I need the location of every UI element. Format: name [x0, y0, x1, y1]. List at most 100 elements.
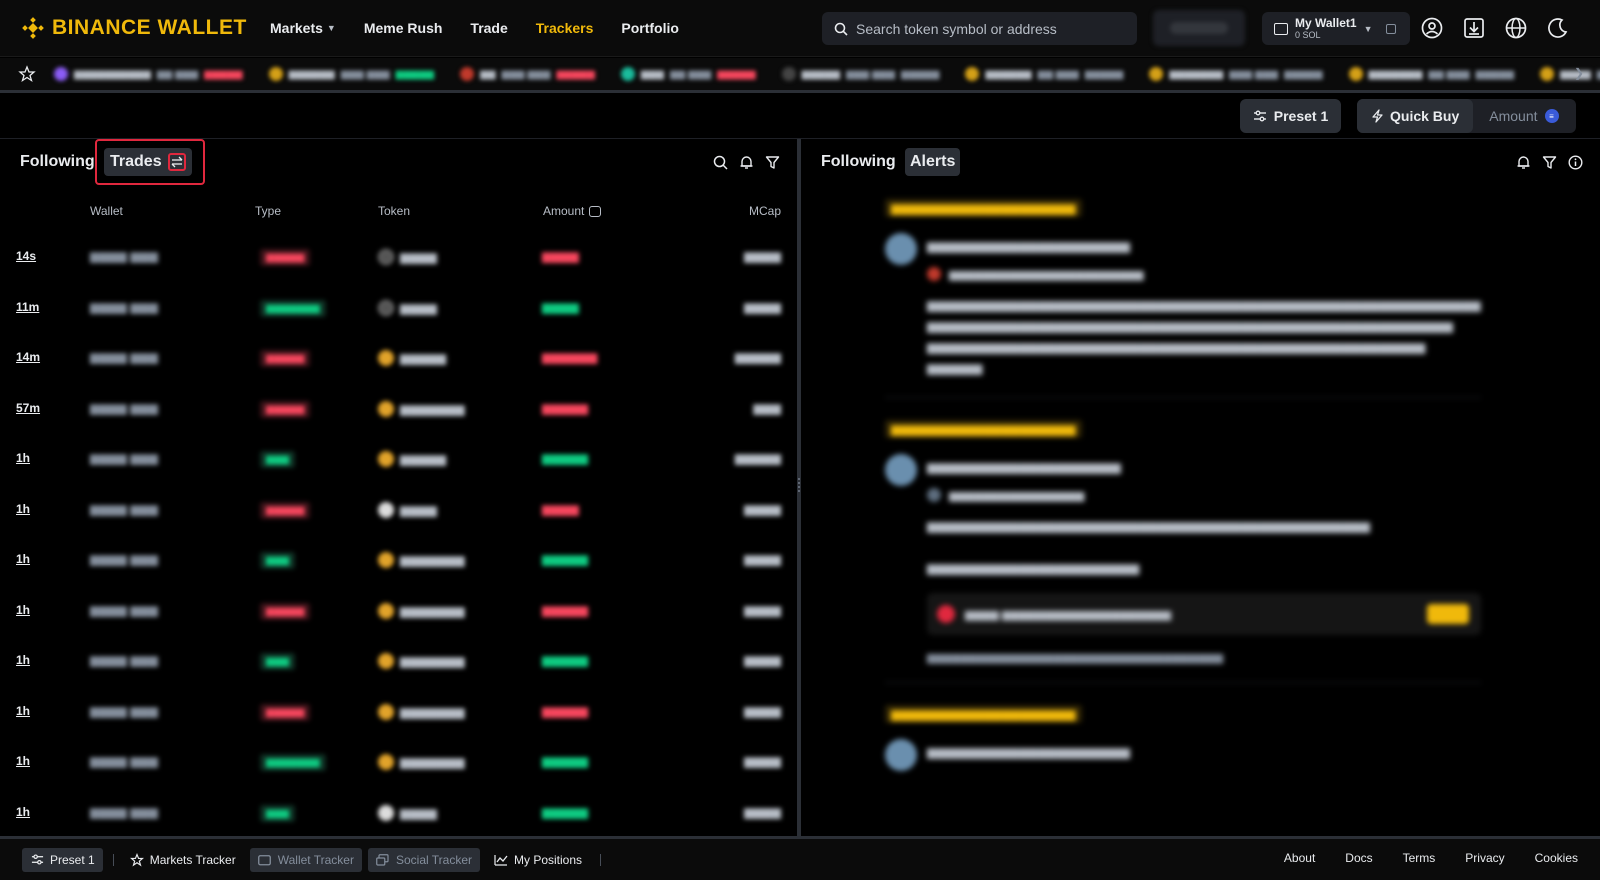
tab-following[interactable]: Following: [20, 153, 95, 171]
ticker-item[interactable]: ▆▆▆▆▆▆▆▆▆ ▆▆▆▆▆▆▆▆: [268, 67, 434, 81]
trade-age[interactable]: 14m: [16, 350, 40, 364]
table-row[interactable]: 1h ▆▆▆▆ ▆▆▆ ▆▆▆▆▆▆▆ ▆▆▆▆▆▆▆ ▆▆▆▆▆ ▆▆▆▆: [0, 740, 797, 791]
ticker-item[interactable]: ▆▆▆▆▆▆▆▆▆ ▆▆▆▆▆▆▆▆: [1348, 67, 1514, 81]
trade-token-blurred[interactable]: ▆▆▆▆▆▆▆: [378, 754, 465, 770]
alert-buy-button[interactable]: [1427, 604, 1469, 624]
trade-age[interactable]: 1h: [16, 653, 30, 667]
trade-token-blurred[interactable]: ▆▆▆▆▆▆▆: [378, 400, 465, 417]
trade-wallet-blurred[interactable]: ▆▆▆▆ ▆▆▆: [90, 401, 158, 415]
table-row[interactable]: 1h ▆▆▆▆ ▆▆▆ ▆▆▆▆▆ ▆▆▆▆▆▆▆ ▆▆▆▆▆ ▆▆▆▆: [0, 690, 797, 741]
trade-wallet-blurred[interactable]: ▆▆▆▆ ▆▆▆: [90, 249, 158, 263]
table-row[interactable]: 1h ▆▆▆▆ ▆▆▆ ▆▆▆ ▆▆▆▆▆▆▆ ▆▆▆▆▆ ▆▆▆▆: [0, 538, 797, 589]
markets-tracker-button[interactable]: Markets Tracker: [122, 848, 244, 872]
table-row[interactable]: 11m ▆▆▆▆ ▆▆▆ ▆▆▆▆▆▆▆ ▆▆▆▆ ▆▆▆▆ ▆▆▆▆: [0, 286, 797, 337]
ticker-item[interactable]: ▆▆▆▆▆▆▆▆▆▆ ▆▆ ▆▆▆ ▆▆▆▆▆: [54, 67, 243, 81]
brand-logo[interactable]: BINANCE WALLET: [22, 16, 252, 40]
trade-age[interactable]: 1h: [16, 805, 30, 819]
chevron-right-icon[interactable]: ❯: [1574, 66, 1590, 82]
trade-token-blurred[interactable]: ▆▆▆▆▆▆▆: [378, 703, 465, 720]
info-icon[interactable]: [1567, 154, 1584, 171]
trade-wallet-blurred[interactable]: ▆▆▆▆ ▆▆▆: [90, 350, 158, 364]
trade-token-blurred[interactable]: ▆▆▆▆: [378, 299, 437, 316]
table-row[interactable]: 1h ▆▆▆▆ ▆▆▆ ▆▆▆▆▆ ▆▆▆▆ ▆▆▆▆ ▆▆▆▆: [0, 488, 797, 539]
trade-token-blurred[interactable]: ▆▆▆▆: [378, 804, 437, 821]
nav-trackers[interactable]: Trackers: [536, 20, 594, 36]
trade-wallet-blurred[interactable]: ▆▆▆▆ ▆▆▆: [90, 451, 158, 465]
ticker-item[interactable]: ▆▆▆▆▆ ▆▆▆▆▆▆▆▆: [620, 67, 756, 81]
trade-token-blurred[interactable]: ▆▆▆▆▆: [378, 350, 446, 366]
quick-buy-button[interactable]: Quick Buy: [1357, 99, 1474, 133]
trade-age[interactable]: 1h: [16, 704, 30, 718]
filter-icon[interactable]: [1541, 154, 1558, 171]
avatar[interactable]: [885, 454, 917, 486]
trade-token-blurred[interactable]: ▆▆▆▆▆▆▆: [378, 602, 465, 619]
search-box[interactable]: [822, 12, 1137, 45]
trade-age[interactable]: 1h: [16, 451, 30, 465]
trade-age[interactable]: 57m: [16, 401, 40, 415]
nav-meme-rush[interactable]: Meme Rush: [364, 20, 443, 36]
trade-age[interactable]: 11m: [16, 300, 39, 314]
trade-token-blurred[interactable]: ▆▆▆▆▆▆▆: [378, 552, 465, 568]
bell-icon[interactable]: [1515, 154, 1532, 171]
trade-wallet-blurred[interactable]: ▆▆▆▆ ▆▆▆: [90, 653, 158, 667]
trade-age[interactable]: 1h: [16, 552, 30, 566]
footer-link-docs[interactable]: Docs: [1345, 851, 1372, 865]
table-row[interactable]: 1h ▆▆▆▆ ▆▆▆ ▆▆▆ ▆▆▆▆▆▆▆ ▆▆▆▆▆ ▆▆▆▆: [0, 639, 797, 690]
trade-age[interactable]: 1h: [16, 502, 30, 516]
trade-wallet-blurred[interactable]: ▆▆▆▆ ▆▆▆: [90, 603, 158, 617]
nav-portfolio[interactable]: Portfolio: [621, 20, 679, 36]
alert-post[interactable]: ▆▆▆▆▆▆▆▆▆▆▆▆▆▆▆▆▆▆▆▆▆ ▆▆▆▆▆▆▆▆▆▆▆▆▆▆▆▆ ▆…: [885, 454, 1481, 664]
table-row[interactable]: 14m ▆▆▆▆ ▆▆▆ ▆▆▆▆▆ ▆▆▆▆▆ ▆▆▆▆▆▆ ▆▆▆▆▆: [0, 336, 797, 387]
filter-icon[interactable]: [764, 154, 781, 171]
search-icon[interactable]: [712, 154, 729, 171]
table-row[interactable]: 1h ▆▆▆▆ ▆▆▆ ▆▆▆ ▆▆▆▆ ▆▆▆▆▆ ▆▆▆▆: [0, 791, 797, 842]
trade-age[interactable]: 1h: [16, 754, 30, 768]
tab-alerts[interactable]: Alerts: [905, 148, 961, 176]
footer-link-terms[interactable]: Terms: [1403, 851, 1436, 865]
currency-toggle-icon[interactable]: [589, 205, 602, 217]
chain-selector-button[interactable]: [1153, 10, 1245, 46]
table-row[interactable]: 14s ▆▆▆▆ ▆▆▆ ▆▆▆▆▆ ▆▆▆▆ ▆▆▆▆ ▆▆▆▆: [0, 235, 797, 286]
alert-post[interactable]: ▆▆▆▆▆▆▆▆▆▆▆▆▆▆▆▆▆▆▆▆▆▆ ▆▆▆▆▆▆▆▆▆▆▆▆▆▆▆▆▆…: [885, 233, 1481, 379]
trade-wallet-blurred[interactable]: ▆▆▆▆ ▆▆▆: [90, 805, 158, 819]
trade-wallet-blurred[interactable]: ▆▆▆▆ ▆▆▆: [90, 300, 158, 314]
ticker-item[interactable]: ▆▆▆▆▆▆▆: [1540, 67, 1600, 81]
tab-trades[interactable]: Trades: [104, 148, 192, 176]
tab-following[interactable]: Following: [821, 153, 896, 171]
my-positions-button[interactable]: My Positions: [486, 848, 590, 872]
moon-icon[interactable]: [1546, 16, 1570, 40]
ticker-item[interactable]: ▆▆▆▆▆▆▆ ▆▆▆ ▆▆▆ ▆▆▆▆▆: [1149, 67, 1323, 81]
table-row[interactable]: 1h ▆▆▆▆ ▆▆▆ ▆▆▆▆▆ ▆▆▆▆▆▆▆ ▆▆▆▆▆ ▆▆▆▆: [0, 589, 797, 640]
trade-token-blurred[interactable]: ▆▆▆▆: [378, 249, 437, 265]
nav-markets[interactable]: Markets ▼: [270, 20, 336, 36]
copy-icon[interactable]: [1385, 23, 1396, 34]
trade-token-blurred[interactable]: ▆▆▆▆▆▆▆: [378, 653, 465, 669]
trade-wallet-blurred[interactable]: ▆▆▆▆ ▆▆▆: [90, 704, 158, 718]
nav-trade[interactable]: Trade: [470, 20, 507, 36]
alert-token-card-blurred[interactable]: ▆▆▆▆ ▆▆▆▆▆▆▆▆▆▆▆▆▆▆▆▆▆▆▆▆: [927, 593, 1481, 635]
bell-icon[interactable]: [738, 154, 755, 171]
avatar[interactable]: [885, 739, 917, 771]
trade-token-blurred[interactable]: ▆▆▆▆: [378, 501, 437, 518]
preset-button[interactable]: Preset 1: [1240, 99, 1341, 133]
table-row[interactable]: 1h ▆▆▆▆ ▆▆▆ ▆▆▆ ▆▆▆▆▆ ▆▆▆▆▆ ▆▆▆▆▆: [0, 437, 797, 488]
table-row[interactable]: 57m ▆▆▆▆ ▆▆▆ ▆▆▆▆▆ ▆▆▆▆▆▆▆ ▆▆▆▆▆ ▆▆▆: [0, 387, 797, 438]
trade-age[interactable]: 14s: [16, 249, 36, 263]
footer-preset-button[interactable]: Preset 1: [22, 847, 103, 872]
trade-wallet-blurred[interactable]: ▆▆▆▆ ▆▆▆: [90, 502, 158, 516]
account-icon[interactable]: [1420, 16, 1444, 40]
resize-grip-icon[interactable]: [798, 478, 800, 492]
wallet-selector[interactable]: My Wallet1 0 SOL ▼: [1262, 12, 1410, 45]
globe-icon[interactable]: [1504, 16, 1528, 40]
trade-token-blurred[interactable]: ▆▆▆▆▆: [378, 451, 446, 467]
download-icon[interactable]: [1462, 16, 1486, 40]
trade-age[interactable]: 1h: [16, 603, 30, 617]
wallet-tracker-button[interactable]: Wallet Tracker: [249, 847, 362, 872]
ticker-item[interactable]: ▆▆▆▆▆ ▆▆▆▆▆▆▆▆: [460, 67, 595, 81]
swap-icon[interactable]: [167, 153, 186, 171]
footer-link-cookies[interactable]: Cookies: [1535, 851, 1578, 865]
trade-wallet-blurred[interactable]: ▆▆▆▆ ▆▆▆: [90, 754, 158, 768]
watchlist-star-icon[interactable]: [18, 65, 36, 83]
avatar[interactable]: [885, 233, 917, 265]
footer-link-about[interactable]: About: [1284, 851, 1315, 865]
